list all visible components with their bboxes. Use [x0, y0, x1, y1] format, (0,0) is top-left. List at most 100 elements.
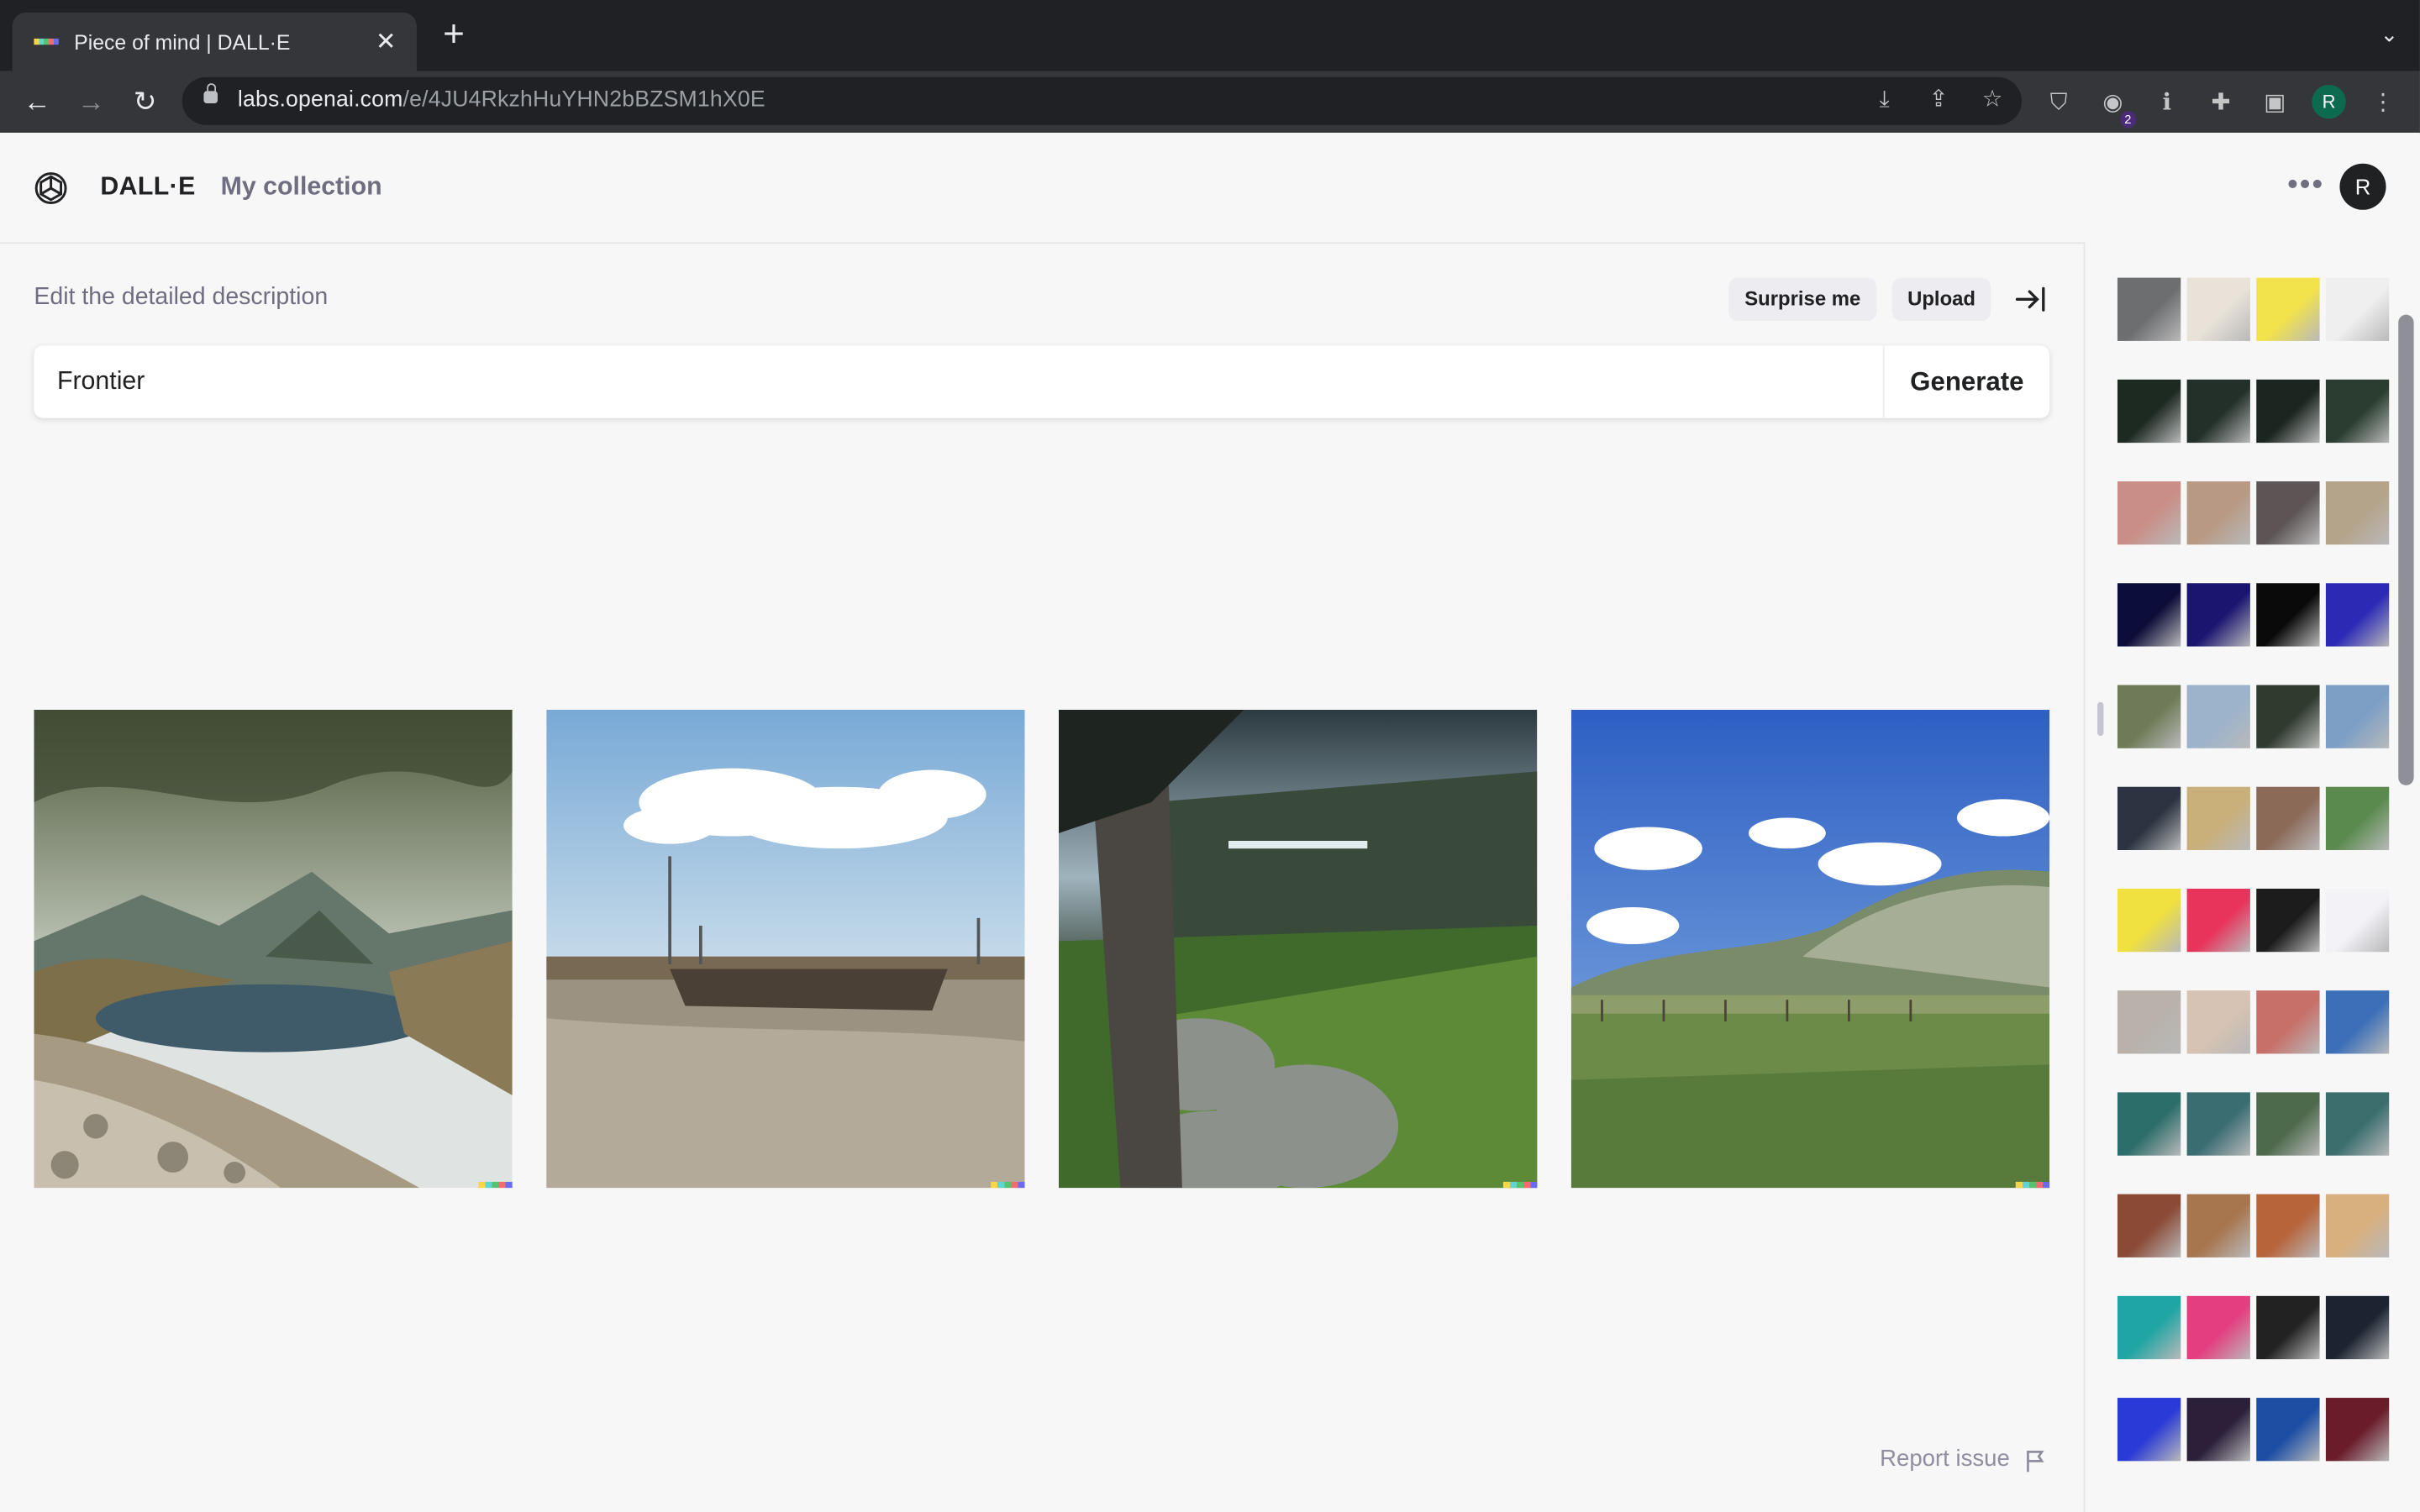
history-thumbnail[interactable]	[2325, 786, 2390, 851]
history-thumbnail[interactable]	[2325, 685, 2390, 748]
history-thumbnail[interactable]	[2256, 1295, 2320, 1360]
mountain-lake-image	[34, 709, 513, 1189]
history-thumbnail[interactable]	[2256, 481, 2320, 545]
brand-title[interactable]: DALL·E	[100, 173, 195, 202]
browser-profile-avatar[interactable]: R	[2312, 85, 2346, 119]
history-thumbnail[interactable]	[2186, 990, 2250, 1054]
history-thumbnail[interactable]	[2186, 685, 2250, 748]
history-thumbnail[interactable]	[2186, 1295, 2250, 1360]
collapse-history-icon[interactable]	[2012, 281, 2049, 318]
dalle-favicon-icon	[34, 38, 59, 45]
history-thumbnail[interactable]	[2117, 379, 2181, 444]
history-thumbnail[interactable]	[2325, 1295, 2390, 1360]
history-thumbnail[interactable]	[2256, 379, 2320, 444]
reload-icon[interactable]: ↻	[125, 81, 166, 122]
ublock-shield-icon[interactable]: ⛉	[2042, 87, 2075, 120]
back-arrow-icon[interactable]: ←	[17, 81, 57, 122]
history-thumbnail[interactable]	[2256, 990, 2320, 1054]
dalle-signature	[1502, 1181, 1538, 1189]
prompt-input[interactable]	[56, 345, 1833, 418]
user-avatar[interactable]: R	[2339, 163, 2386, 210]
close-tab-icon[interactable]: ✕	[371, 26, 402, 57]
history-thumbnail[interactable]	[2117, 1295, 2181, 1360]
history-thumbnail[interactable]	[2186, 379, 2250, 444]
install-app-icon[interactable]: ⤓	[1867, 83, 1901, 117]
history-thumbnail[interactable]	[2325, 583, 2390, 647]
history-thumbnail[interactable]	[2325, 481, 2390, 545]
new-tab-plus-icon[interactable]: +	[435, 16, 472, 54]
address-bar[interactable]: labs.openai.com/e/4JU4RkzhHuYHN2bBZSM1hX…	[182, 76, 2023, 125]
history-thumbnail[interactable]	[2117, 888, 2181, 953]
history-thumbnail[interactable]	[2325, 277, 2390, 341]
forward-arrow-icon[interactable]: →	[71, 81, 111, 122]
history-thumbnail[interactable]	[2117, 1398, 2181, 1462]
history-thumbnail[interactable]	[2117, 786, 2181, 851]
app-header: DALL·E My collection ••• R	[0, 132, 2420, 244]
history-thumbnail[interactable]	[2117, 990, 2181, 1054]
history-thumbnail[interactable]	[2256, 1092, 2320, 1156]
history-thumbnail[interactable]	[2186, 1092, 2250, 1156]
browser-toolbar: ← → ↻ labs.openai.com/e/4JU4RkzhHuYHN2bB…	[0, 71, 2420, 134]
tab-title: Piece of mind | DALL·E	[74, 29, 291, 54]
browser-tab[interactable]: Piece of mind | DALL·E ✕	[12, 12, 417, 71]
dalle-signature	[991, 1181, 1025, 1189]
share-icon[interactable]: ⇪	[1922, 83, 1955, 117]
upload-button[interactable]: Upload	[1891, 277, 1991, 322]
history-thumbnail[interactable]	[2117, 481, 2181, 545]
info-extension-icon[interactable]: ℹ	[2150, 87, 2184, 120]
result-image-3[interactable]	[1058, 709, 1538, 1189]
history-thumbnail[interactable]	[2186, 888, 2250, 953]
history-thumbnail[interactable]	[2117, 277, 2181, 341]
history-thumbnail[interactable]	[2256, 685, 2320, 748]
openai-logo-icon[interactable]	[33, 170, 70, 207]
history-thumbnail[interactable]	[2325, 1194, 2390, 1257]
history-thumbnail[interactable]	[2117, 1092, 2181, 1156]
history-thumbnail[interactable]	[2256, 888, 2320, 953]
history-thumbnail[interactable]	[2117, 685, 2181, 748]
history-thumbnail[interactable]	[2325, 1092, 2390, 1156]
history-thumbnail[interactable]	[2186, 481, 2250, 545]
history-thumbnail[interactable]	[2186, 1398, 2250, 1462]
history-thumbnail[interactable]	[2256, 1398, 2320, 1462]
history-thumbnail[interactable]	[2117, 1194, 2181, 1257]
dalle-signature	[478, 1181, 513, 1189]
history-thumbnail[interactable]	[2325, 990, 2390, 1054]
side-panel-icon[interactable]: ▣	[2258, 87, 2291, 120]
report-issue-link[interactable]: Report issue	[1880, 1446, 2010, 1472]
url-text[interactable]: labs.openai.com/e/4JU4RkzhHuYHN2bBZSM1hX…	[238, 88, 765, 113]
prompt-box: Generate	[34, 345, 2050, 418]
lock-icon	[203, 83, 218, 104]
history-thumbnail[interactable]	[2256, 1194, 2320, 1257]
barren-field-image	[546, 709, 1025, 1189]
history-thumbnail[interactable]	[2325, 379, 2390, 444]
generate-button[interactable]: Generate	[1885, 345, 2050, 417]
result-image-4[interactable]	[1570, 709, 2050, 1189]
surprise-me-button[interactable]: Surprise me	[1728, 277, 1877, 322]
extensions-puzzle-icon[interactable]: ✚	[2204, 87, 2238, 120]
bookmark-star-icon[interactable]: ☆	[1975, 83, 2009, 117]
history-thumbnail[interactable]	[2186, 583, 2250, 647]
result-image-1[interactable]	[34, 709, 513, 1189]
extension-ghost-icon[interactable]: ◉ 2	[2096, 87, 2136, 129]
browser-menu-kebab-icon[interactable]: ⋮	[2366, 87, 2400, 120]
history-thumbnail[interactable]	[2186, 786, 2250, 851]
stone-wall-meadow-image	[1058, 709, 1538, 1189]
history-thumbnail[interactable]	[2256, 277, 2320, 341]
valley-pasture-image	[1570, 709, 2050, 1189]
sidebar-scrollbar[interactable]	[2398, 314, 2414, 785]
tab-search-chevron-icon[interactable]: ⌄	[2381, 22, 2399, 48]
flag-icon[interactable]	[2025, 1449, 2047, 1473]
history-thumbnail[interactable]	[2325, 888, 2390, 953]
history-thumbnail[interactable]	[2325, 1398, 2390, 1462]
history-thumbnail[interactable]	[2256, 583, 2320, 647]
history-thumbnail[interactable]	[2117, 583, 2181, 647]
history-thumbnail[interactable]	[2256, 786, 2320, 851]
result-image-2[interactable]	[546, 709, 1025, 1189]
my-collection-link[interactable]: My collection	[221, 173, 382, 202]
resize-handle[interactable]	[2097, 701, 2104, 737]
history-thumbnail[interactable]	[2186, 1194, 2250, 1257]
more-options-icon[interactable]: •••	[2287, 168, 2324, 203]
browser-tabbar: Piece of mind | DALL·E ✕ + ⌄	[0, 0, 2420, 71]
edit-description-label: Edit the detailed description	[34, 283, 329, 311]
history-thumbnail[interactable]	[2186, 277, 2250, 341]
